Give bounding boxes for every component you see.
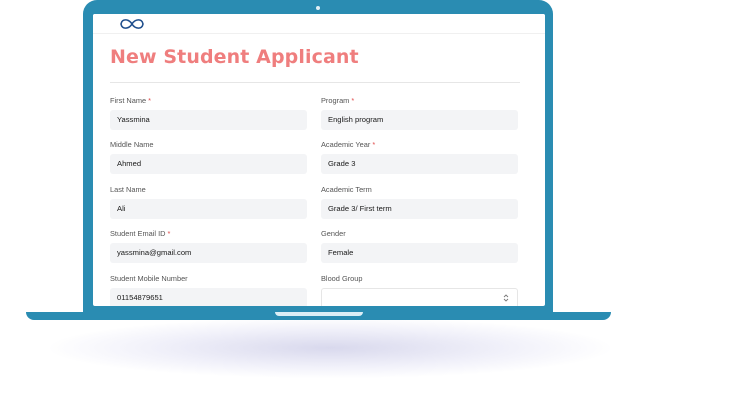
first-name-input[interactable]: Yassmina — [110, 110, 307, 130]
blood-group-field: Blood Group — [321, 273, 518, 306]
program-input[interactable]: English program — [321, 110, 518, 130]
last-name-field: Last Name Ali — [110, 184, 307, 219]
mobile-label: Student Mobile Number — [110, 274, 188, 283]
email-field: Student Email ID * yassmina@gmail.com — [110, 228, 307, 263]
mobile-input[interactable]: 01154879651 — [110, 288, 307, 306]
middle-name-label: Middle Name — [110, 140, 154, 149]
blood-group-select[interactable] — [321, 288, 518, 306]
email-input[interactable]: yassmina@gmail.com — [110, 243, 307, 263]
academic-year-field: Academic Year * Grade 3 — [321, 139, 518, 174]
academic-year-label: Academic Year * — [321, 140, 376, 149]
mobile-field: Student Mobile Number 01154879651 — [110, 273, 307, 306]
blood-group-label: Blood Group — [321, 274, 363, 283]
required-mark: * — [167, 229, 171, 238]
updown-chevron-icon — [503, 294, 509, 302]
email-label: Student Email ID * — [110, 229, 171, 238]
top-bar — [93, 14, 545, 34]
last-name-input[interactable]: Ali — [110, 199, 307, 219]
required-mark: * — [148, 96, 152, 105]
first-name-field: First Name * Yassmina — [110, 95, 307, 130]
infinity-logo-icon[interactable] — [117, 17, 147, 31]
middle-name-field: Middle Name Ahmed — [110, 139, 307, 174]
program-label: Program * — [321, 96, 355, 105]
webcam-dot — [316, 6, 320, 10]
gender-label: Gender — [321, 229, 346, 238]
laptop-shadow — [50, 318, 610, 378]
program-field: Program * English program — [321, 95, 518, 130]
academic-term-label: Academic Term — [321, 185, 372, 194]
academic-term-input[interactable]: Grade 3/ First term — [321, 199, 518, 219]
required-mark: * — [372, 140, 376, 149]
first-name-label: First Name * — [110, 96, 152, 105]
gender-field: Gender Female — [321, 228, 518, 263]
academic-term-field: Academic Term Grade 3/ First term — [321, 184, 518, 219]
middle-name-input[interactable]: Ahmed — [110, 154, 307, 174]
required-mark: * — [351, 96, 355, 105]
last-name-label: Last Name — [110, 185, 146, 194]
page-title: New Student Applicant — [110, 46, 359, 68]
gender-input[interactable]: Female — [321, 243, 518, 263]
laptop-notch — [275, 312, 363, 316]
laptop-screen: New Student Applicant First Name * Yassmi… — [93, 14, 545, 306]
academic-year-input[interactable]: Grade 3 — [321, 154, 518, 174]
title-divider — [110, 82, 520, 83]
